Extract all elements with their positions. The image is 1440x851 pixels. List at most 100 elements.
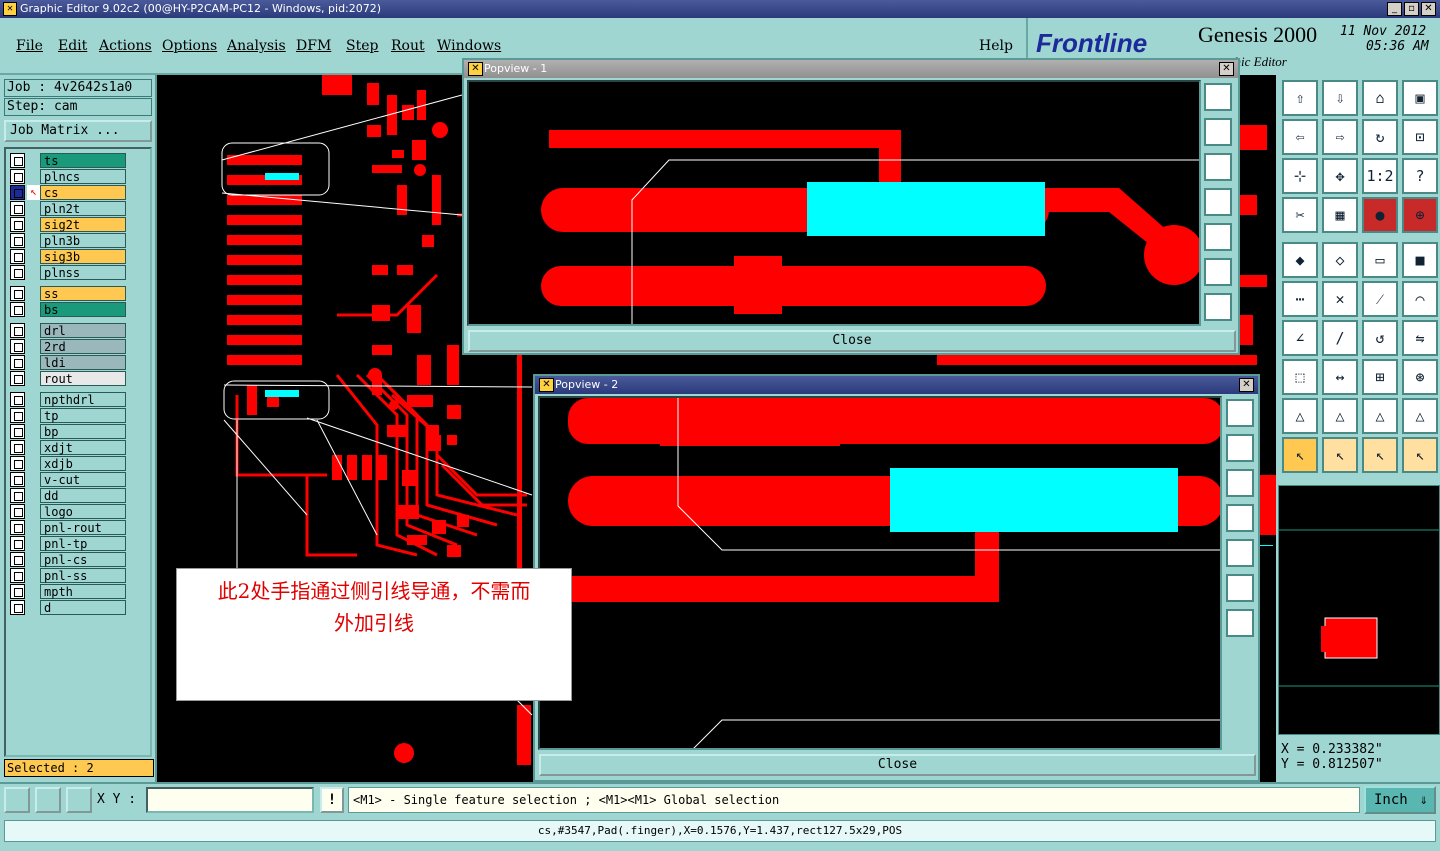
layer-name[interactable]: bp [40, 424, 126, 439]
pan-right-icon[interactable] [1204, 223, 1232, 251]
select-icon[interactable]: ⬚ [1282, 359, 1318, 395]
layer-row[interactable]: ↖ cs [8, 185, 130, 200]
zoom-in-icon[interactable] [1226, 574, 1254, 602]
help-icon[interactable]: ? [1402, 158, 1438, 194]
window-icon[interactable]: ▣ [1402, 80, 1438, 116]
line-icon[interactable]: ⁄ [1362, 281, 1398, 317]
arc-icon[interactable]: ⌒ [1402, 281, 1438, 317]
layer-visibility-checkbox[interactable] [10, 600, 25, 615]
layer-visibility-checkbox[interactable] [10, 217, 25, 232]
triangle-icon[interactable]: △ [1282, 398, 1318, 434]
layer-name[interactable]: pnl-tp [40, 536, 126, 551]
job-matrix-button[interactable]: Job Matrix ... [4, 120, 152, 142]
layer-row[interactable]: ts [8, 153, 130, 168]
layer-name[interactable]: sig3b [40, 249, 126, 264]
layer-row[interactable]: dd [8, 488, 130, 503]
layer-row[interactable]: pln3b [8, 233, 130, 248]
arrow-icon[interactable]: ↔ [1322, 359, 1358, 395]
xy-input[interactable] [146, 787, 314, 813]
zoom-in-icon[interactable] [1204, 258, 1232, 286]
layers-icon[interactable]: ● [1362, 197, 1398, 233]
layer-name[interactable]: bs [40, 302, 126, 317]
pan-left-icon[interactable] [1226, 504, 1254, 532]
triangle4-icon[interactable]: △ [1402, 398, 1438, 434]
menu-rout[interactable]: Rout [391, 38, 425, 54]
layer-row[interactable]: bp [8, 424, 130, 439]
layer-visibility-checkbox[interactable] [10, 568, 25, 583]
layer-name[interactable]: plnss [40, 265, 126, 280]
layer-row[interactable]: logo [8, 504, 130, 519]
menu-actions[interactable]: Actions [99, 38, 152, 54]
layer-name[interactable]: rout [40, 371, 126, 386]
layer-visibility-checkbox[interactable] [10, 265, 25, 280]
pointer3-icon[interactable]: ↖ [1362, 437, 1398, 473]
layer-row[interactable]: xdjt [8, 440, 130, 455]
net-icon[interactable]: ⋯ [1282, 281, 1318, 317]
layer-visibility-checkbox[interactable] [10, 201, 25, 216]
pan-up-icon[interactable] [1204, 118, 1232, 146]
layer-name[interactable]: plncs [40, 169, 126, 184]
menu-options[interactable]: Options [162, 38, 217, 54]
minimap[interactable] [1278, 485, 1440, 735]
warning-button[interactable]: ! [320, 787, 344, 813]
layer-visibility-checkbox[interactable] [10, 302, 25, 317]
pan-up-icon[interactable] [1226, 434, 1254, 462]
layer-name[interactable]: mpth [40, 584, 126, 599]
pointer-icon[interactable]: ↖ [1282, 437, 1318, 473]
layer-row[interactable]: drl [8, 323, 130, 338]
menu-help[interactable]: Help [979, 38, 1013, 54]
layer-name[interactable]: sig2t [40, 217, 126, 232]
layer-name[interactable]: 2rd [40, 339, 126, 354]
layer-visibility-checkbox[interactable] [10, 249, 25, 264]
layer-visibility-checkbox[interactable] [10, 323, 25, 338]
layer-visibility-checkbox[interactable] [10, 185, 25, 200]
box-icon[interactable]: ⊞ [1362, 359, 1398, 395]
window-close-button[interactable]: ✕ [1421, 2, 1436, 16]
popview-2-titlebar[interactable]: Popview - 2 [535, 376, 1258, 394]
slash-icon[interactable]: / [1322, 320, 1358, 356]
layer-name[interactable]: ss [40, 286, 126, 301]
cross-icon[interactable]: ✕ [1322, 281, 1358, 317]
menu-dfm[interactable]: DFM [296, 38, 331, 54]
zoom-out-icon[interactable] [1226, 609, 1254, 637]
layer-name[interactable]: npthdrl [40, 392, 126, 407]
layer-visibility-checkbox[interactable] [10, 536, 25, 551]
layer-name[interactable]: xdjt [40, 440, 126, 455]
home-icon[interactable]: ⇧ [1282, 80, 1318, 116]
zoom-fit-icon[interactable] [1204, 83, 1232, 111]
pan-down-icon[interactable] [1204, 153, 1232, 181]
layer-visibility-checkbox[interactable] [10, 456, 25, 471]
layer-name[interactable]: ldi [40, 355, 126, 370]
layer-row[interactable]: xdjb [8, 456, 130, 471]
layer-row[interactable]: rout [8, 371, 130, 386]
layer-name[interactable]: pln3b [40, 233, 126, 248]
pan-right-icon[interactable] [1226, 539, 1254, 567]
minimize-button[interactable]: _ [1387, 2, 1402, 16]
rotate-icon[interactable]: ↺ [1362, 320, 1398, 356]
triangle2-icon[interactable]: △ [1322, 398, 1358, 434]
layer-visibility-checkbox[interactable] [10, 424, 25, 439]
layer-visibility-checkbox[interactable] [10, 504, 25, 519]
center-icon[interactable]: ✥ [1322, 158, 1358, 194]
menu-file[interactable]: File [16, 38, 43, 54]
mirror-icon[interactable]: ⇋ [1402, 320, 1438, 356]
measure-icon[interactable]: ✂ [1282, 197, 1318, 233]
layer-name[interactable]: cs [40, 185, 126, 200]
ruler-icon[interactable]: ▭ [1362, 242, 1398, 278]
snap-icon[interactable] [4, 787, 30, 813]
layer-name[interactable]: drl [40, 323, 126, 338]
layer-name[interactable]: logo [40, 504, 126, 519]
layer-visibility-checkbox[interactable] [10, 355, 25, 370]
layer-visibility-checkbox[interactable] [10, 169, 25, 184]
layer-name[interactable]: pnl-ss [40, 568, 126, 583]
layer-name[interactable]: tp [40, 408, 126, 423]
layer-visibility-checkbox[interactable] [10, 520, 25, 535]
popview-1-close-button[interactable]: Close [468, 330, 1236, 352]
pan-down-icon[interactable] [1226, 469, 1254, 497]
pan-left-icon[interactable] [1204, 188, 1232, 216]
arrow-right-icon[interactable]: ⇨ [1322, 119, 1358, 155]
layer-visibility-checkbox[interactable] [10, 488, 25, 503]
layer-row[interactable]: sig3b [8, 249, 130, 264]
grid-icon[interactable]: ▦ [1322, 197, 1358, 233]
arrow-down-icon[interactable]: ⇩ [1322, 80, 1358, 116]
